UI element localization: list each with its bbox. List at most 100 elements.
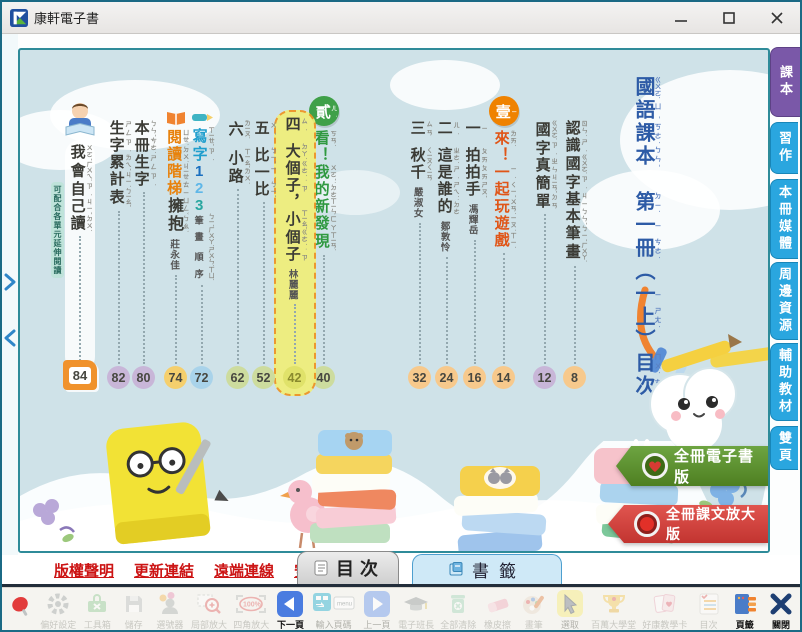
page-number[interactable]: 8 <box>563 366 586 389</box>
page-number[interactable]: 84 <box>63 360 97 390</box>
flower-decoration <box>20 490 80 545</box>
graduation-cap-icon <box>402 590 430 617</box>
bookmark-icon <box>448 561 466 579</box>
toc-tab[interactable]: 目次 <box>297 551 399 584</box>
page-number[interactable]: 16 <box>463 366 486 389</box>
dotted-leader <box>503 253 505 364</box>
toc-entry[interactable]: 生ㄕㄥ字ㄗˋ累ㄌㄟˇ計ㄐㄧˋ表ㄅㄧㄠˇ <box>103 120 135 364</box>
title-bar: 康軒電子書 <box>2 2 800 34</box>
palette-icon <box>521 590 547 617</box>
toc-entry[interactable]: 四ㄙˋ大ㄉㄚˋ個ㄍㄜˋ子˙ㄗ，小ㄒㄧㄠˇ個ㄍㄜˋ子˙ㄗ林麗麗 <box>279 116 311 364</box>
clear-all-button[interactable]: 全部清除 <box>440 590 476 631</box>
teaching-cards-button[interactable]: 好康教學卡 <box>642 590 687 631</box>
entry-note: 可配合各單元延伸閱讀 <box>51 182 64 278</box>
page-number[interactable]: 42 <box>283 366 306 389</box>
svg-text:menu: menu <box>337 601 352 607</box>
cursor-icon <box>557 590 583 617</box>
number-picker-button[interactable]: 選號器 <box>155 590 185 631</box>
toc-entry[interactable]: 六ㄌㄧㄡˋ小ㄒㄧㄠˇ路ㄌㄨˋ <box>222 120 254 364</box>
corner-zoom-icon: 100% <box>234 590 268 617</box>
tab-textbook[interactable]: 課本 <box>770 47 800 117</box>
dotted-leader <box>118 211 120 364</box>
dotted-leader <box>544 214 546 364</box>
left-nav-rail <box>2 34 18 555</box>
cloud-decoration <box>390 60 500 110</box>
full-ebook-label: 全冊電子書版 <box>674 445 768 487</box>
page-input-icon: menu <box>312 590 356 617</box>
page-number[interactable]: 82 <box>107 366 130 389</box>
next-page-button[interactable]: 下一頁 <box>275 590 305 631</box>
e-class-leader-button[interactable]: 電子班長 <box>398 590 434 631</box>
page-number[interactable]: 32 <box>408 366 431 389</box>
dotted-leader <box>419 223 421 365</box>
corner-zoom-button[interactable]: 100% 四角放大 <box>233 590 269 631</box>
toc-page: 國ㄍㄨㄛˊ語ㄩˇ課ㄎㄜˋ本ㄅㄣˇ 第ㄉㄧˋ一ㄧ冊ㄘㄜˋ（一ㄧ上ㄕㄤˋ）目ㄇㄨˋ次… <box>18 48 770 553</box>
close-window-button[interactable] <box>766 7 788 29</box>
close-x-icon <box>768 590 794 617</box>
page-number[interactable]: 52 <box>252 366 275 389</box>
prev-arrow-button[interactable] <box>3 328 18 348</box>
eraser-button[interactable]: 橡皮擦 <box>483 590 513 631</box>
cards-heart-icon <box>652 590 678 617</box>
page-number[interactable]: 72 <box>190 366 213 389</box>
book-stack-middle <box>440 450 560 553</box>
tabbed-book-icon <box>732 590 758 617</box>
arrow-right-icon <box>364 590 390 617</box>
maximize-button[interactable] <box>718 7 740 29</box>
page-number[interactable]: 12 <box>533 366 556 389</box>
remote-link[interactable]: 遠端連線 <box>214 560 274 581</box>
arrow-left-icon <box>277 590 303 617</box>
toc-button[interactable]: 目次 <box>694 590 724 631</box>
dotted-leader <box>201 285 203 364</box>
toc-entry[interactable]: 認ㄖㄣˋ識ㄕˋ國ㄍㄨㄛˊ字ㄗˋ基ㄐㄧ本ㄅㄣˇ筆ㄅㄧˇ畫ㄏㄨㄚˋ <box>559 120 591 364</box>
toc-entry[interactable]: 閱ㄩㄝˋ讀ㄉㄨˊ階ㄐㄧㄝ梯ㄊㄧ擁ㄩㄥˇ抱ㄅㄠˋ莊永佳 <box>160 110 192 364</box>
trash-icon <box>446 590 470 617</box>
toc-entry[interactable]: 我ㄨㄛˇ會ㄏㄨㄟˋ自ㄗˋ己ㄐㄧˇ讀ㄉㄨˊ <box>64 144 96 364</box>
heart-icon <box>642 453 668 479</box>
bookmark-tab[interactable]: 書籤 <box>412 554 562 584</box>
full-ebook-button[interactable]: 全冊電子書版 <box>616 446 768 486</box>
update-link[interactable]: 更新連結 <box>134 560 194 581</box>
quiz-hall-button[interactable]: 百萬大學堂 <box>591 590 636 631</box>
app-window: 康軒電子書 <box>0 0 802 632</box>
page-number[interactable]: 24 <box>435 366 458 389</box>
content-region: 國ㄍㄨㄛˊ語ㄩˇ課ㄎㄜˋ本ㄅㄣˇ 第ㄉㄧˋ一ㄧ冊ㄘㄜˋ（一ㄧ上ㄕㄤˋ）目ㄇㄨˋ次… <box>2 34 800 555</box>
page-input-button[interactable]: menu 輸入頁碼 <box>312 590 356 631</box>
toolbox-button[interactable]: 工具箱 <box>82 590 112 631</box>
copyright-link[interactable]: 版權聲明 <box>54 560 114 581</box>
page-tabs-button[interactable]: 頁籤 <box>730 590 760 631</box>
select-button[interactable]: 選取 <box>555 590 585 631</box>
toc-entry[interactable]: 三ㄙㄢ秋ㄑㄧㄡ千ㄑㄧㄢ嚴淑女 <box>404 120 436 364</box>
tab-teaching-aids[interactable]: 輔助教材 <box>770 343 798 421</box>
bottom-toolbar: 偏好設定 工具箱 儲存 選號器 局部放大 100% 四角放大 下一頁 menu … <box>2 587 802 632</box>
prefs-button[interactable]: 偏好設定 <box>40 590 76 631</box>
tab-two-page-view[interactable]: 雙頁 <box>770 426 798 470</box>
page-number[interactable]: 80 <box>132 366 155 389</box>
save-button[interactable]: 儲存 <box>119 590 149 631</box>
page-number[interactable]: 14 <box>492 366 515 389</box>
tab-resources[interactable]: 周邊資源 <box>770 262 798 340</box>
dotted-leader <box>237 189 239 364</box>
bookmark-tab-label: 書籤 <box>472 557 526 582</box>
region-zoom-button[interactable]: 局部放大 <box>191 590 227 631</box>
next-arrow-button[interactable] <box>3 272 18 292</box>
toc-entry[interactable]: 一ㄧ拍ㄆㄞ拍ㄆㄞ手ㄕㄡˇ馮輝岳 <box>459 120 491 364</box>
minimize-button[interactable] <box>670 7 692 29</box>
dotted-leader <box>446 257 448 365</box>
prev-page-button[interactable]: 上一頁 <box>362 590 392 631</box>
tab-workbook[interactable]: 習作 <box>770 122 798 174</box>
page-number[interactable]: 62 <box>226 366 249 389</box>
svg-text:100%: 100% <box>243 601 262 608</box>
full-text-enlarged-button[interactable]: 全冊課文放大版 <box>608 505 768 543</box>
toc-entry[interactable]: 國ㄍㄨㄛˊ字ㄗˋ真ㄓㄣ簡ㄐㄧㄢˇ單ㄉㄢ <box>529 120 561 364</box>
tab-volume-media[interactable]: 本冊媒體 <box>770 179 798 259</box>
close-button[interactable]: 關閉 <box>766 590 796 631</box>
dotted-leader <box>474 240 476 365</box>
book-stack-left <box>302 428 402 553</box>
open-book-icon <box>165 110 187 126</box>
paint-button[interactable]: 畫筆 <box>519 590 549 631</box>
record-dot-icon <box>634 511 660 537</box>
toc-entry[interactable]: 壹ㄧ來ㄌㄞˊ！一ㄧˋ起ㄑㄧˇ玩ㄨㄢˊ遊ㄧㄡˊ戲ㄒㄧˋ <box>488 96 520 364</box>
footer-strip: 版權聲明 更新連結 遠端連線 安裝字型 目次 書籤 <box>2 555 802 587</box>
page-number[interactable]: 74 <box>164 366 187 389</box>
